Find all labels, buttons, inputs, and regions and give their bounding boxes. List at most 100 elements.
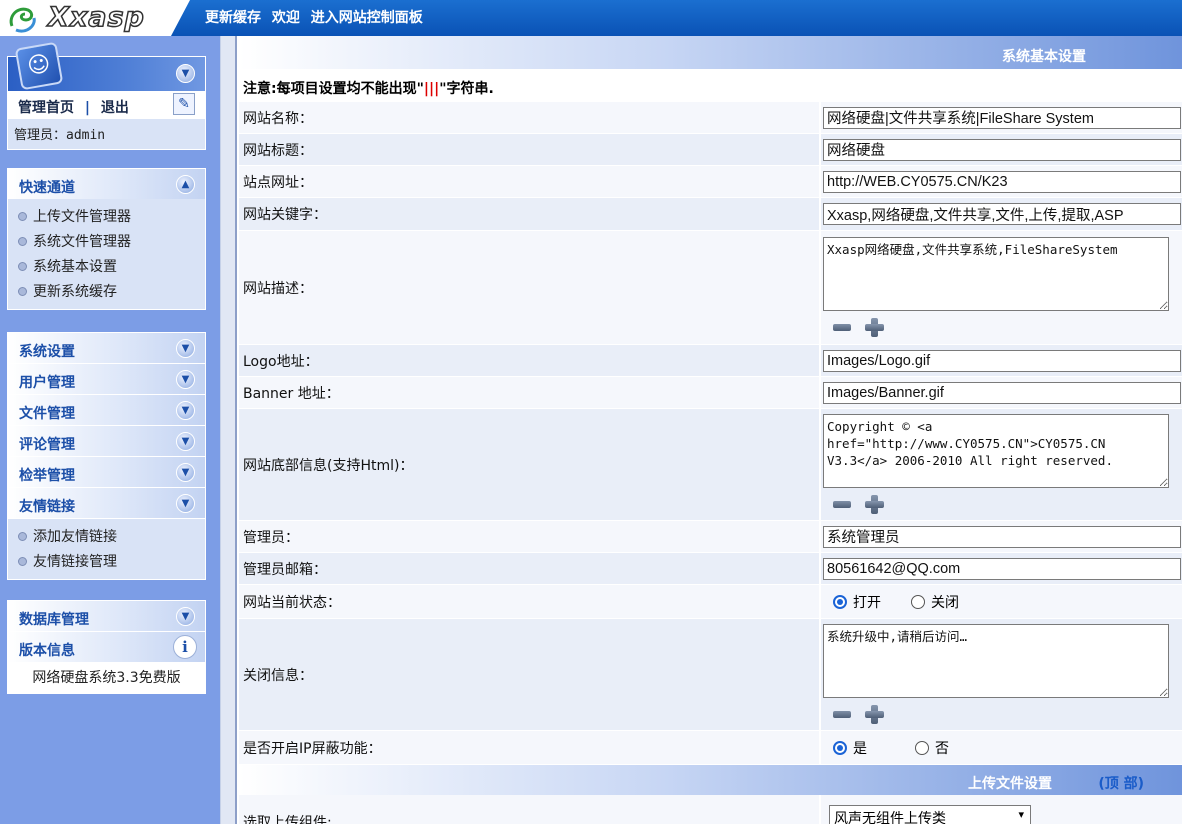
row-admin: 管理员： (239, 521, 1182, 553)
logo-swirl-icon (9, 7, 36, 33)
admin-input[interactable] (823, 525, 1181, 548)
nav-welcome[interactable]: 欢迎 (272, 10, 300, 26)
ip-block-no-radio[interactable]: 否 (915, 738, 949, 758)
notice-bars: ||| (423, 81, 440, 97)
shrink-minus-icon[interactable] (833, 710, 851, 718)
quick-panel-header[interactable]: 快速通道 ▲ (8, 169, 205, 199)
radio-label: 否 (935, 740, 949, 757)
expand-plus-icon[interactable] (865, 494, 884, 514)
admin-email-input[interactable] (823, 557, 1181, 580)
notice-suffix: "字符串. (439, 81, 494, 97)
site-title-input[interactable] (823, 138, 1181, 161)
label-admin-email: 管理员邮箱： (243, 561, 327, 578)
admin-home-link[interactable]: 管理首页 (18, 100, 74, 116)
radio-label: 是 (853, 740, 867, 757)
frame-divider[interactable] (220, 36, 237, 824)
link-separator: | (84, 100, 90, 116)
friend-links-body: 添加友情链接 友情链接管理 (8, 519, 205, 579)
menu-version-info[interactable]: 版本信息 i (8, 632, 205, 663)
expand-plus-icon[interactable] (865, 317, 884, 337)
quick-item-refresh-cache[interactable]: 更新系统缓存 (16, 280, 205, 305)
row-site-url: 站点网址： (239, 166, 1182, 198)
chevron-down-icon[interactable]: ▼ (176, 607, 195, 626)
top-bar: Xxasp 更新缓存 欢迎 进入网站控制面板 (0, 0, 1182, 36)
label-site-title: 网站标题： (243, 142, 313, 159)
row-site-title: 网站标题： (239, 134, 1182, 166)
row-description: 网站描述： Xxasp网络硬盘,文件共享系统,FileShareSystem (239, 231, 1182, 345)
logo-input[interactable] (823, 349, 1181, 372)
radio-unchecked-icon (911, 594, 925, 609)
footer-textarea[interactable]: Copyright © <a href="http://www.CY0575.C… (823, 414, 1169, 488)
status-open-radio[interactable]: 打开 (833, 592, 881, 612)
menu-label: 检举管理 (19, 468, 75, 484)
main-content: 系统基本设置 注意:每项目设置均不能出现"|||"字符串. 网站名称： 网站标题… (239, 36, 1182, 824)
radio-unchecked-icon (915, 740, 929, 755)
menu-label: 系统设置 (19, 344, 75, 360)
links-item-manage[interactable]: 友情链接管理 (16, 550, 205, 575)
site-url-input[interactable] (823, 170, 1181, 193)
quick-item-basic-settings[interactable]: 系统基本设置 (16, 255, 205, 280)
status-closed-radio[interactable]: 关闭 (911, 592, 959, 612)
quick-item-upload-manager[interactable]: 上传文件管理器 (16, 205, 205, 230)
menu-label: 友情链接 (19, 499, 75, 515)
label-close-msg: 关闭信息： (243, 667, 313, 684)
menu-friend-links[interactable]: 友情链接 ▼ (8, 488, 205, 519)
chevron-down-icon[interactable]: ▼ (176, 401, 195, 420)
notice: 注意:每项目设置均不能出现"|||"字符串. (239, 69, 1182, 102)
ip-block-yes-radio[interactable]: 是 (833, 738, 867, 758)
sidebar: ☺ ▼ 管理首页 | 退出 ✎ 管理员：admin 快速通道 ▲ 上传文件管理器… (0, 36, 220, 824)
chevron-down-icon[interactable]: ▼ (176, 339, 195, 358)
logo-text: Xxasp (47, 1, 145, 34)
admin-panel: ☺ ▼ 管理首页 | 退出 ✎ 管理员：admin (7, 41, 206, 150)
label-ip-block: 是否开启IP屏蔽功能： (243, 740, 382, 757)
row-ip-block: 是否开启IP屏蔽功能： 是 否 (239, 731, 1182, 765)
edit-icon[interactable]: ✎ (173, 93, 195, 115)
menu-comment-management[interactable]: 评论管理 ▼ (8, 426, 205, 457)
label-site-url: 站点网址： (243, 174, 313, 191)
chevron-down-icon[interactable]: ▼ (176, 494, 195, 513)
menu-label: 版本信息 (19, 643, 75, 659)
links-item-add[interactable]: 添加友情链接 (16, 525, 205, 550)
menu-file-management[interactable]: 文件管理 ▼ (8, 395, 205, 426)
row-footer: 网站底部信息(支持Html)： Copyright © <a href="htt… (239, 409, 1182, 521)
shrink-minus-icon[interactable] (833, 500, 851, 508)
label-description: 网站描述： (243, 280, 313, 297)
radio-checked-icon (833, 594, 847, 609)
radio-checked-icon (833, 740, 847, 755)
logo: Xxasp (0, 0, 190, 36)
top-nav: 更新缓存 欢迎 进入网站控制面板 (205, 7, 429, 27)
chevron-down-icon[interactable]: ▼ (176, 370, 195, 389)
shrink-minus-icon[interactable] (833, 323, 851, 331)
menu-database[interactable]: 数据库管理 ▼ (8, 601, 205, 632)
chevron-up-icon[interactable]: ▲ (176, 175, 195, 194)
nav-refresh-cache[interactable]: 更新缓存 (205, 10, 261, 26)
label-footer: 网站底部信息(支持Html)： (243, 457, 414, 474)
menu-report-management[interactable]: 检举管理 ▼ (8, 457, 205, 488)
close-msg-textarea[interactable]: 系统升级中,请稍后访问… (823, 624, 1169, 698)
menu-user-management[interactable]: 用户管理 ▼ (8, 364, 205, 395)
quick-panel-title: 快速通道 (19, 180, 75, 196)
chevron-down-icon[interactable]: ▼ (176, 432, 195, 451)
banner-input[interactable] (823, 381, 1181, 404)
row-admin-email: 管理员邮箱： (239, 553, 1182, 585)
back-to-top-link[interactable]: (顶 部) (1098, 773, 1144, 793)
admin-panel-header: ☺ ▼ (8, 41, 205, 91)
label-site-name: 网站名称： (243, 110, 313, 127)
section-header-upload: 上传文件设置 (顶 部) (239, 765, 1182, 795)
radio-label: 打开 (853, 594, 881, 611)
row-site-name: 网站名称： (239, 102, 1182, 134)
section-title: 上传文件设置 (968, 776, 1052, 792)
upload-component-select[interactable]: 风声无组件上传类 ▾ (829, 805, 1031, 824)
chevron-down-icon[interactable]: ▼ (176, 64, 195, 83)
version-text: 网络硬盘系统3.3免费版 (8, 663, 205, 693)
menu-system-settings[interactable]: 系统设置 ▼ (8, 333, 205, 364)
description-textarea[interactable]: Xxasp网络硬盘,文件共享系统,FileShareSystem (823, 237, 1169, 311)
expand-plus-icon[interactable] (865, 704, 884, 724)
quick-item-system-file-manager[interactable]: 系统文件管理器 (16, 230, 205, 255)
nav-control-panel[interactable]: 进入网站控制面板 (311, 10, 423, 26)
site-name-input[interactable] (823, 106, 1181, 129)
keywords-input[interactable] (823, 203, 1181, 225)
quick-panel-body: 上传文件管理器 系统文件管理器 系统基本设置 更新系统缓存 (8, 199, 205, 309)
logout-link[interactable]: 退出 (101, 100, 129, 116)
chevron-down-icon[interactable]: ▼ (176, 463, 195, 482)
